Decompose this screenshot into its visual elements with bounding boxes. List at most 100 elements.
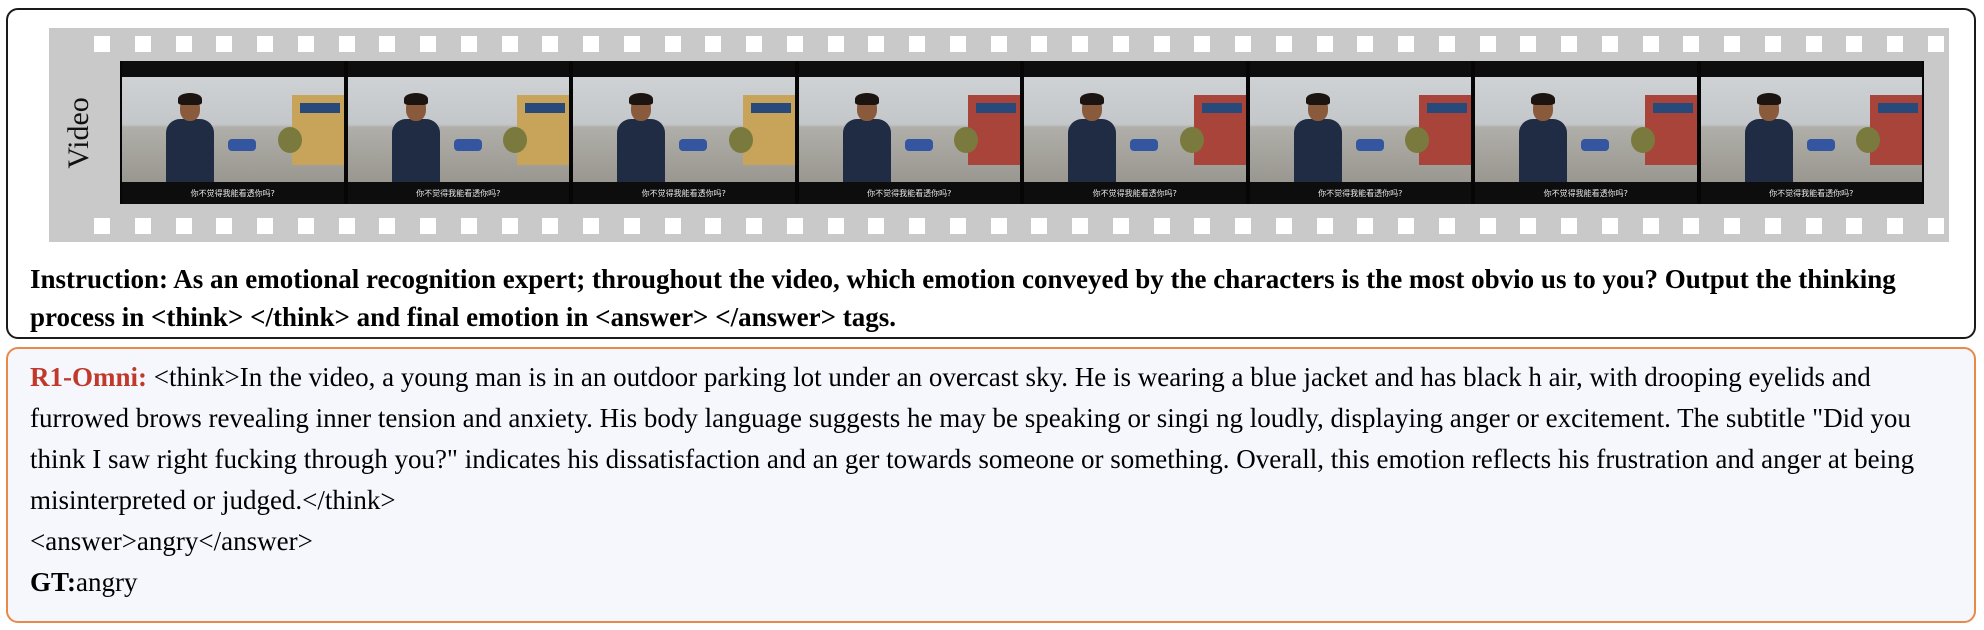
film-hole xyxy=(1072,218,1088,234)
gt-value: angry xyxy=(76,567,138,597)
film-hole xyxy=(1194,36,1211,52)
film-hole xyxy=(786,36,803,52)
film-hole xyxy=(1072,36,1088,52)
video-frame: 你不觉得我能看透你吗? xyxy=(798,61,1020,204)
film-hole xyxy=(1601,218,1618,234)
film-hole xyxy=(1398,218,1414,234)
film-hole xyxy=(94,36,110,52)
film-hole xyxy=(1846,36,1863,52)
frame-scene xyxy=(122,77,344,182)
film-hole xyxy=(338,36,355,52)
film-hole xyxy=(664,218,681,234)
bush-image xyxy=(503,127,527,153)
awning-image xyxy=(1201,103,1242,113)
film-hole xyxy=(868,218,885,234)
bush-image xyxy=(728,127,753,153)
bush-image xyxy=(1630,127,1655,153)
film-hole xyxy=(746,36,762,52)
car-image xyxy=(1130,139,1158,151)
person-hair-image xyxy=(854,93,879,105)
video-frame: 你不觉得我能看透你吗? xyxy=(573,61,795,204)
film-hole xyxy=(1194,218,1211,234)
frame-subtitle: 你不觉得我能看透你吗? xyxy=(1769,189,1854,198)
film-hole xyxy=(786,218,803,234)
film-hole xyxy=(175,36,192,52)
video-frame: 你不觉得我能看透你吗? xyxy=(347,61,569,204)
film-strip: Video 你不觉得我能看透你吗? 你不觉得我能看透你吗? 你不觉得我能看透你吗? 你… xyxy=(49,28,1949,242)
film-hole xyxy=(542,36,559,52)
car-image xyxy=(1355,139,1384,151)
film-hole xyxy=(949,218,966,234)
film-hole xyxy=(1805,36,1822,52)
film-hole xyxy=(1561,218,1577,234)
film-hole xyxy=(1520,218,1537,234)
person-hair-image xyxy=(629,93,653,105)
film-hole xyxy=(705,36,722,52)
person-hair-image xyxy=(1305,93,1330,105)
film-hole xyxy=(297,36,314,52)
film-hole xyxy=(583,218,599,234)
film-hole xyxy=(1724,36,1740,52)
film-hole xyxy=(583,36,599,52)
video-frame: 你不觉得我能看透你吗? xyxy=(1700,61,1922,204)
film-hole xyxy=(216,36,233,52)
film-hole xyxy=(1724,218,1740,234)
model-response: R1-Omni: <think>In the video, a young ma… xyxy=(30,357,1965,603)
film-hole xyxy=(216,218,233,234)
frame-scene xyxy=(1475,77,1697,182)
film-hole xyxy=(1561,36,1577,52)
frame-subtitle: 你不觉得我能看透你吗? xyxy=(867,189,952,198)
bush-image xyxy=(1405,127,1429,153)
video-label-text: Video xyxy=(62,97,96,169)
film-hole xyxy=(1275,218,1292,234)
frame-scene xyxy=(347,77,569,182)
frame-subtitle: 你不觉得我能看透你吗? xyxy=(1092,189,1177,198)
film-hole xyxy=(1683,218,1700,234)
film-hole xyxy=(134,36,151,52)
awning-image xyxy=(750,103,791,113)
person-body-image xyxy=(1293,119,1342,182)
video-frame: 你不觉得我能看透你吗? xyxy=(1249,61,1471,204)
car-image xyxy=(679,139,707,151)
film-hole xyxy=(257,36,273,52)
film-hole xyxy=(420,36,436,52)
gt-label: GT: xyxy=(30,567,76,597)
awning-image xyxy=(976,103,1016,113)
film-hole xyxy=(1887,218,1903,234)
film-hole xyxy=(990,36,1007,52)
film-hole xyxy=(623,218,640,234)
film-hole xyxy=(868,36,885,52)
film-hole xyxy=(1357,218,1374,234)
frame-subtitle: 你不觉得我能看透你吗? xyxy=(641,189,726,198)
film-holes-top xyxy=(94,36,1944,52)
awning-image xyxy=(1652,103,1693,113)
film-hole xyxy=(1764,218,1781,234)
film-hole xyxy=(623,36,640,52)
film-hole xyxy=(1642,36,1659,52)
film-hole xyxy=(338,218,355,234)
film-hole xyxy=(1031,218,1048,234)
film-hole xyxy=(1927,218,1944,234)
awning-image xyxy=(525,103,565,113)
film-hole xyxy=(909,36,925,52)
response-panel: R1-Omni: <think>In the video, a young ma… xyxy=(6,347,1976,623)
film-hole xyxy=(1846,218,1863,234)
film-hole xyxy=(1275,36,1292,52)
person-hair-image xyxy=(1080,93,1104,105)
awning-image xyxy=(299,103,340,113)
film-hole xyxy=(1235,218,1251,234)
film-hole xyxy=(1887,36,1903,52)
bush-image xyxy=(277,127,302,153)
frame-scene xyxy=(1024,77,1246,182)
film-hole xyxy=(1479,36,1496,52)
person-body-image xyxy=(1068,119,1116,182)
film-hole xyxy=(134,218,151,234)
film-hole xyxy=(1601,36,1618,52)
frame-subtitle: 你不觉得我能看透你吗? xyxy=(190,189,275,198)
video-frame: 你不觉得我能看透你吗? xyxy=(122,61,344,204)
film-hole xyxy=(542,218,559,234)
film-holes-bottom xyxy=(94,218,1944,234)
film-hole xyxy=(1642,218,1659,234)
film-hole xyxy=(909,218,925,234)
film-hole xyxy=(1764,36,1781,52)
